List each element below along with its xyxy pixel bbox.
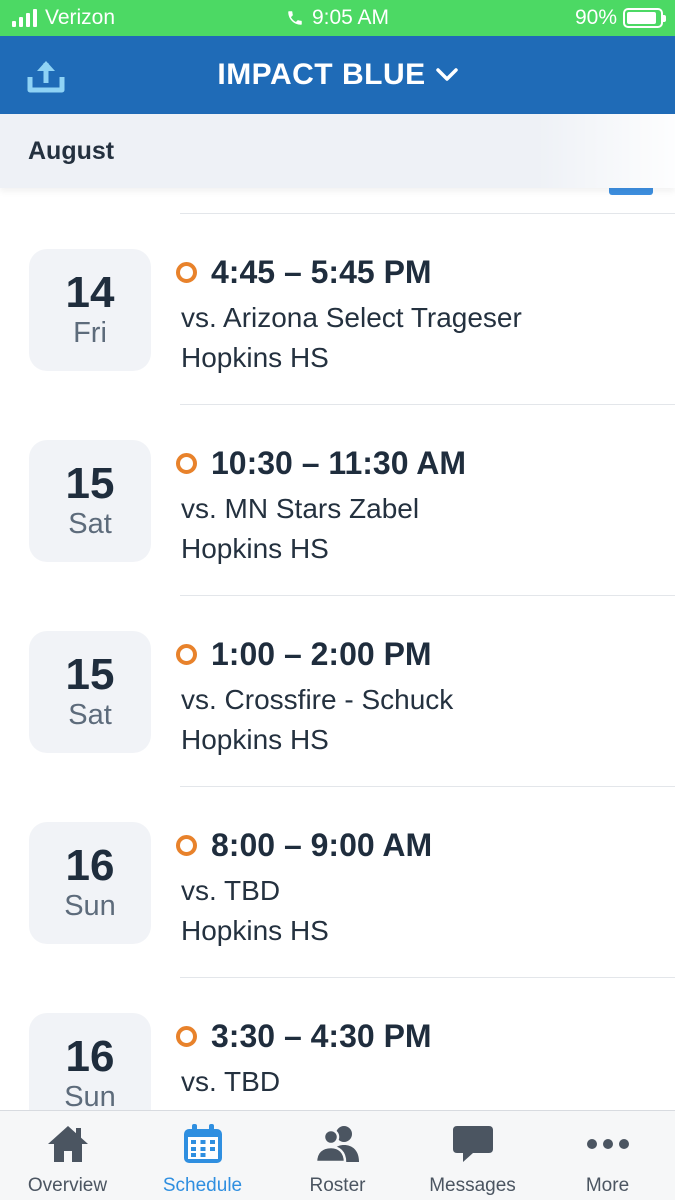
event-date-badge: 16 Sun — [29, 822, 151, 944]
event-row[interactable]: 15 Sat 10:30 – 11:30 AM vs. MN Stars Zabel H… — [0, 405, 675, 595]
schedule-list[interactable]: 14 Fri 4:45 – 5:45 PM vs. Arizona Select Tr… — [0, 188, 675, 1110]
event-opponent: vs. TBD — [181, 875, 281, 906]
event-status-dot-icon — [176, 1026, 197, 1047]
event-time: 4:45 – 5:45 PM — [211, 254, 432, 290]
tab-schedule[interactable]: Schedule — [135, 1111, 270, 1200]
carrier-label: Verizon — [45, 6, 116, 29]
month-label: August — [28, 136, 115, 165]
event-row[interactable]: 15 Sat 1:00 – 2:00 PM vs. Crossfire - Schuc… — [0, 596, 675, 786]
more-dots-icon — [580, 1119, 636, 1169]
event-time: 8:00 – 9:00 AM — [211, 827, 433, 863]
event-location: Hopkins HS — [181, 724, 329, 755]
event-day-name: Sat — [68, 508, 112, 540]
event-time-row: 8:00 – 9:00 AM — [176, 827, 432, 864]
status-left: Verizon — [12, 0, 115, 36]
event-time: 10:30 – 11:30 AM — [211, 445, 466, 481]
tab-label: Schedule — [162, 1175, 243, 1196]
event-day-name: Fri — [73, 317, 107, 349]
chat-bubble-icon — [445, 1119, 501, 1169]
phone-icon — [288, 11, 302, 26]
event-location: Hopkins HS — [181, 342, 329, 373]
status-right: 90% — [574, 0, 666, 36]
tab-label: Messages — [429, 1175, 516, 1196]
event-tag-peek — [609, 188, 653, 195]
event-date-badge: 16 Sun — [29, 1013, 151, 1110]
nav-bar: IMPACT BLUE — [0, 36, 675, 114]
tab-messages[interactable]: Messages — [405, 1111, 540, 1200]
event-time-row: 10:30 – 11:30 AM — [176, 445, 466, 482]
home-icon — [40, 1119, 96, 1169]
event-opponent: vs. TBD — [181, 1066, 281, 1097]
event-day-number: 16 — [65, 841, 115, 890]
battery-percent: 90% — [574, 6, 617, 29]
month-header: August — [0, 114, 675, 188]
event-day-number: 14 — [65, 268, 115, 317]
event-date-badge: 14 Fri — [29, 249, 151, 371]
event-day-number: 16 — [65, 1032, 115, 1081]
tab-overview[interactable]: Overview — [0, 1111, 135, 1200]
event-day-number: 15 — [65, 459, 115, 508]
battery-fill — [627, 12, 656, 24]
event-time: 3:30 – 4:30 PM — [211, 1018, 432, 1054]
event-day-number: 15 — [65, 650, 115, 699]
battery-icon — [623, 8, 666, 28]
event-status-dot-icon — [176, 453, 197, 474]
event-opponent: vs. MN Stars Zabel — [181, 493, 420, 524]
event-location: Hopkins HS — [181, 915, 329, 946]
status-time: 9:05 AM — [311, 6, 390, 29]
event-status-dot-icon — [176, 644, 197, 665]
event-row[interactable]: 16Sun3:30 – 4:30 PMvs. TBDHopkins HS — [0, 978, 675, 1110]
event-date-badge: 15 Sat — [29, 440, 151, 562]
event-row[interactable]: 16 Sun 8:00 – 9:00 AM vs. TBD Hopkins HS — [0, 787, 675, 977]
tab-label: Overview — [27, 1175, 108, 1196]
event-time: 1:00 – 2:00 PM — [211, 636, 432, 672]
event-day-name: Sat — [68, 699, 112, 731]
signal-icon — [12, 9, 37, 27]
event-time-row: 4:45 – 5:45 PM — [176, 254, 432, 291]
event-day-name: Sun — [64, 890, 116, 922]
team-selector[interactable]: IMPACT BLUE — [0, 36, 675, 114]
calendar-icon — [175, 1119, 231, 1169]
event-day-name: Sun — [64, 1081, 116, 1110]
chevron-down-icon — [435, 68, 458, 81]
tab-label: More — [585, 1175, 630, 1196]
event-opponent: vs. Arizona Select Trageser — [181, 302, 522, 333]
event-date-badge: 15 Sat — [29, 631, 151, 753]
people-icon — [310, 1119, 366, 1169]
event-opponent: vs. Crossfire - Schuck — [181, 684, 454, 715]
tab-bar: Overview Schedule Roster Messages More — [0, 1110, 675, 1200]
event-time-row: 1:00 – 2:00 PM — [176, 636, 432, 673]
status-bar: Verizon 9:05 AM 90% — [0, 0, 675, 36]
team-title: IMPACT BLUE — [217, 58, 426, 91]
event-row[interactable]: 14 Fri 4:45 – 5:45 PM vs. Arizona Select Tr… — [0, 214, 675, 404]
tab-label: Roster — [309, 1175, 366, 1196]
tab-more[interactable]: More — [540, 1111, 675, 1200]
tab-roster[interactable]: Roster — [270, 1111, 405, 1200]
event-status-dot-icon — [176, 262, 197, 283]
event-status-dot-icon — [176, 835, 197, 856]
event-location: Hopkins HS — [181, 533, 329, 564]
event-time-row: 3:30 – 4:30 PM — [176, 1018, 432, 1055]
